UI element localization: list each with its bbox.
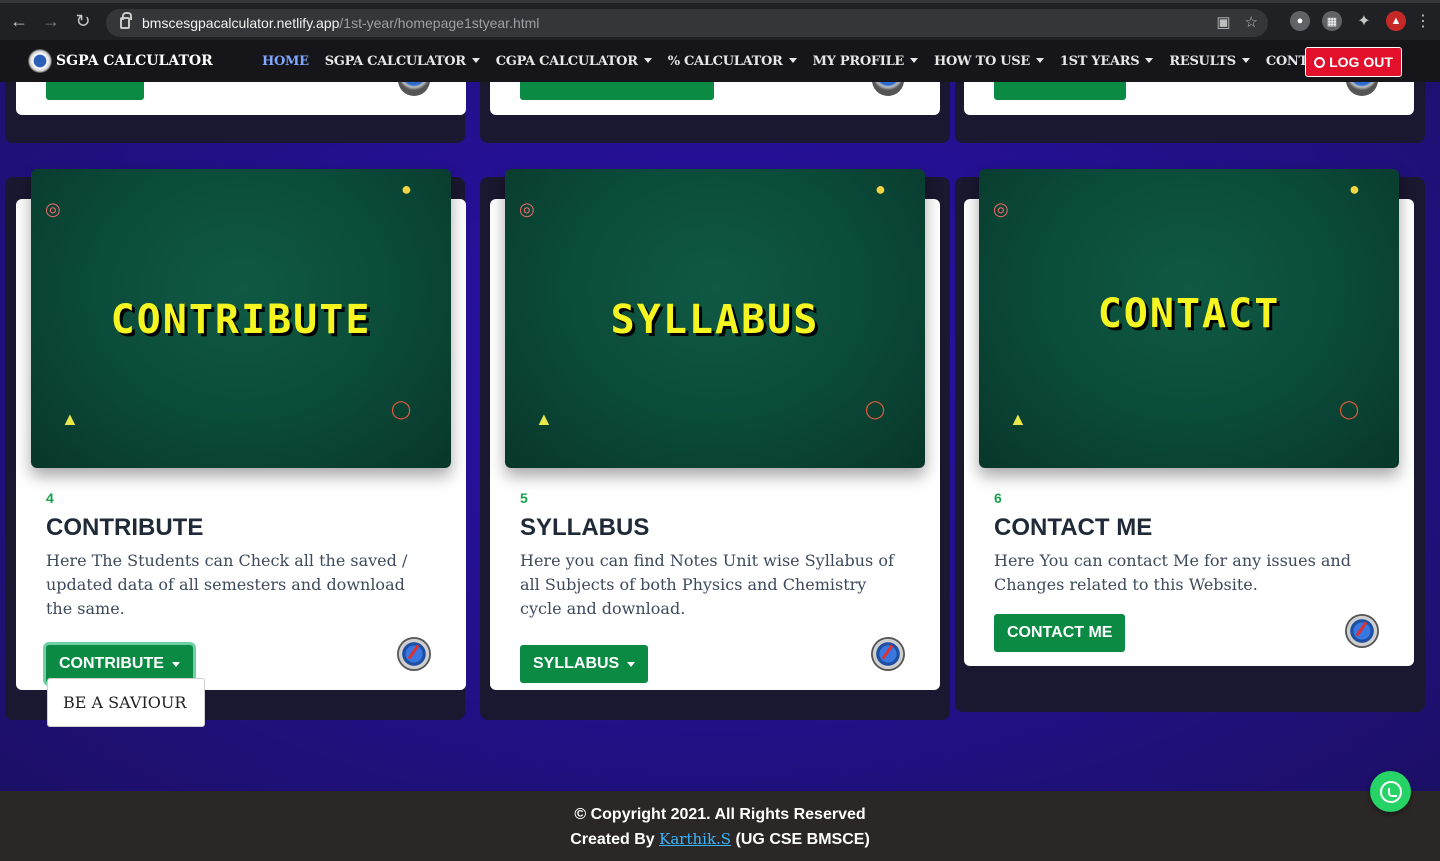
author-link[interactable]: Karthik.S: [659, 830, 731, 848]
brand-logo-icon: [28, 49, 52, 73]
ruler-doodle-icon: ▲: [61, 409, 79, 429]
footer: © Copyright 2021. All Rights Reserved Cr…: [0, 791, 1440, 861]
caret-down-icon: [910, 57, 919, 63]
created-by-line: Created By Karthik.S (UG CSE BMSCE): [570, 830, 870, 848]
url-path: /1st-year/homepage1styear.html: [339, 15, 540, 31]
card-number: 6: [994, 490, 1002, 506]
card-title: SYLLABUS: [520, 514, 650, 541]
caret-down-icon: [171, 661, 180, 667]
caret-down-icon: [1035, 57, 1044, 63]
compass-doodle-icon: ◎: [519, 199, 535, 219]
nav-1st-years[interactable]: 1ST YEARS: [1060, 54, 1154, 69]
forward-icon[interactable]: →: [38, 9, 64, 35]
card-description: Here You can contact Me for any issues a…: [994, 551, 1351, 594]
card-description: Here you can find Notes Unit wise Syllab…: [520, 551, 894, 618]
previous-card-button[interactable]: [46, 82, 144, 100]
browser-toolbar: ← → ↻ bmscesgpacalculator.netlify.app/1s…: [0, 0, 1440, 40]
nav-my-profile[interactable]: MY PROFILE: [813, 54, 919, 69]
copyright-text: © Copyright 2021. All Rights Reserved: [574, 806, 866, 823]
syllabus-dropdown-button[interactable]: SYLLABUS: [520, 645, 649, 683]
ruler-doodle-icon: ▲: [1009, 409, 1027, 429]
clock-doodle-icon: ◯: [391, 399, 412, 419]
clock-doodle-icon: ◯: [1339, 399, 1360, 419]
url-host: bmscesgpacalculator.netlify.app: [142, 15, 340, 31]
address-bar[interactable]: bmscesgpacalculator.netlify.app/1st-year…: [106, 9, 1268, 37]
previous-card-button[interactable]: [520, 82, 714, 100]
contact-me-button[interactable]: CONTACT ME: [994, 614, 1126, 652]
card-gear-icon: [871, 637, 905, 671]
main-content: ◎ ● ▲ ◯ CONTRIBUTE 4 CONTRIBUTE Here The…: [0, 82, 1440, 791]
nav-results[interactable]: RESULTS: [1169, 54, 1250, 69]
clock-doodle-icon: ◯: [865, 399, 886, 419]
contribute-dropdown-menu: BE A SAVIOUR: [47, 678, 205, 727]
card-contribute: ◎ ● ▲ ◯ CONTRIBUTE 4 CONTRIBUTE Here The…: [16, 169, 466, 690]
card-description: Here The Students can Check all the save…: [46, 551, 408, 618]
caret-down-icon: [1145, 57, 1154, 63]
card-contact-me: ◎ ● ▲ ◯ CONTACT 6 CONTACT ME Here You ca…: [964, 169, 1414, 666]
lock-icon: [120, 12, 132, 29]
translate-icon[interactable]: ▣: [1216, 13, 1230, 31]
extension-grid-icon[interactable]: ▦: [1322, 11, 1342, 31]
lightbulb-icon: ●: [401, 179, 412, 199]
ruler-doodle-icon: ▲: [535, 409, 553, 429]
banner-text: CONTACT: [1097, 291, 1281, 337]
whatsapp-chat-button[interactable]: [1370, 771, 1411, 812]
card-banner-image: ◎ ● ▲ ◯ CONTRIBUTE: [31, 169, 451, 468]
caret-down-icon: [471, 57, 480, 63]
back-icon[interactable]: ←: [6, 9, 32, 35]
power-icon: [1314, 56, 1326, 68]
profile-avatar-icon[interactable]: ▲: [1386, 11, 1406, 31]
dropdown-item-be-a-saviour[interactable]: BE A SAVIOUR: [63, 693, 186, 712]
nav-menu: HOME SGPA CALCULATOR CGPA CALCULATOR % C…: [262, 40, 1352, 82]
card-gear-icon: [1345, 614, 1379, 648]
card-banner-image: ◎ ● ▲ ◯ SYLLABUS: [505, 169, 925, 468]
previous-card-button[interactable]: [994, 82, 1126, 100]
banner-text: SYLLABUS: [610, 297, 820, 343]
caret-down-icon: [643, 57, 652, 63]
nav-home[interactable]: HOME: [262, 54, 309, 69]
card-number: 5: [520, 490, 528, 506]
card-syllabus: ◎ ● ▲ ◯ SYLLABUS 5 SYLLABUS Here you can…: [490, 169, 940, 690]
whatsapp-icon: [1379, 780, 1402, 803]
caret-down-icon: [788, 57, 797, 63]
caret-down-icon: [1241, 57, 1250, 63]
brand-name: SGPA CALCULATOR: [56, 53, 213, 69]
browser-menu-icon[interactable]: ⋮: [1415, 11, 1431, 31]
site-navbar: SGPA CALCULATOR HOME SGPA CALCULATOR CGP…: [0, 40, 1440, 82]
card-number: 4: [46, 490, 54, 506]
bookmark-star-icon[interactable]: ☆: [1245, 13, 1258, 31]
compass-doodle-icon: ◎: [993, 199, 1009, 219]
extension-compass-icon[interactable]: ●: [1290, 11, 1310, 31]
reload-icon[interactable]: ↻: [70, 9, 96, 35]
card-gear-icon: [397, 637, 431, 671]
card-title: CONTRIBUTE: [46, 514, 204, 541]
card-banner-image: ◎ ● ▲ ◯ CONTACT: [979, 169, 1399, 468]
nav-percent-calculator[interactable]: % CALCULATOR: [668, 54, 797, 69]
nav-sgpa-calculator[interactable]: SGPA CALCULATOR: [325, 54, 480, 69]
card-title: CONTACT ME: [994, 514, 1153, 541]
lightbulb-icon: ●: [1349, 179, 1360, 199]
nav-how-to-use[interactable]: HOW TO USE: [934, 54, 1044, 69]
logout-button[interactable]: LOG OUT: [1305, 47, 1402, 77]
extensions-puzzle-icon[interactable]: ✦: [1354, 11, 1374, 31]
compass-doodle-icon: ◎: [45, 199, 61, 219]
nav-cgpa-calculator[interactable]: CGPA CALCULATOR: [496, 54, 652, 69]
lightbulb-icon: ●: [875, 179, 886, 199]
banner-text: CONTRIBUTE: [110, 297, 372, 343]
caret-down-icon: [627, 661, 636, 667]
brand[interactable]: SGPA CALCULATOR: [28, 49, 213, 73]
